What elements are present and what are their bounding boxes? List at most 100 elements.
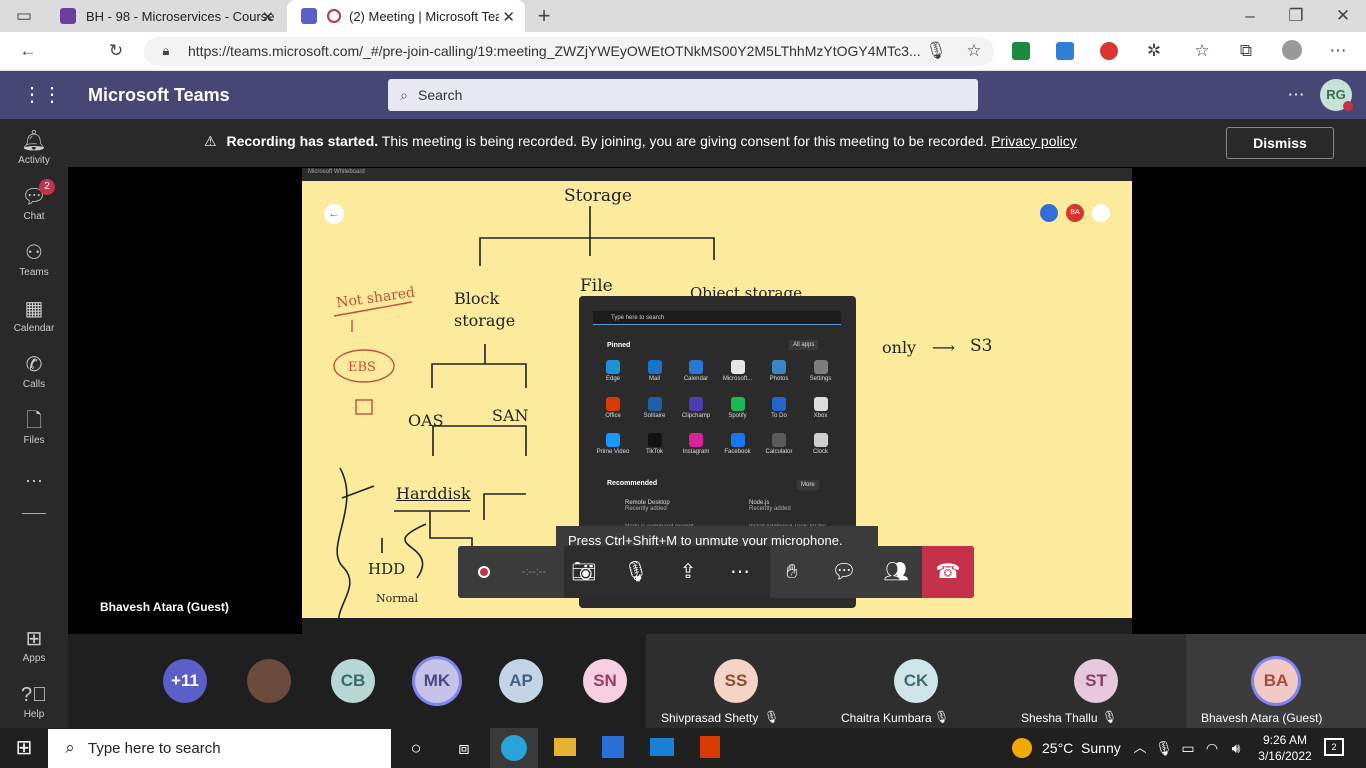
- start-app-tile[interactable]: Spotify: [718, 396, 758, 419]
- raise-hand-icon[interactable]: ✋︎: [766, 546, 818, 598]
- task-view-icon[interactable]: ⧈: [452, 736, 476, 760]
- dismiss-button[interactable]: Dismiss: [1226, 127, 1334, 159]
- rail-item-calls[interactable]: ✆ Calls: [0, 353, 68, 390]
- favorites-icon[interactable]: ☆: [1190, 39, 1214, 63]
- profile-icon[interactable]: [1282, 40, 1302, 60]
- extension-green-icon[interactable]: [1012, 42, 1030, 60]
- recommended-item[interactable]: Node.js Recently added: [731, 500, 841, 512]
- more-actions-icon[interactable]: ⋯: [714, 546, 766, 598]
- hang-up-button[interactable]: ☎︎: [922, 546, 974, 598]
- rail-item-chat[interactable]: 💬︎ Chat 2: [0, 179, 68, 222]
- taskbar-edge-app[interactable]: [490, 728, 538, 768]
- start-app-tile[interactable]: Edge: [593, 360, 633, 382]
- app-icon: [689, 360, 703, 374]
- tray-mic-icon[interactable]: 🎙︎: [1152, 736, 1176, 760]
- participant-avatar[interactable]: MK: [415, 659, 459, 703]
- start-app-tile[interactable]: Clock: [801, 433, 841, 455]
- refresh-icon[interactable]: ↻: [104, 39, 128, 63]
- start-app-tile[interactable]: Solitaire: [635, 396, 675, 419]
- participant-avatar[interactable]: +11: [163, 659, 207, 703]
- participant-avatar[interactable]: AP: [499, 659, 543, 703]
- extensions-puzzle-icon[interactable]: ✲: [1142, 39, 1166, 63]
- rail-item-activity[interactable]: 🔔︎ Activity: [0, 129, 68, 166]
- share-screen-icon[interactable]: ⇪: [662, 546, 714, 598]
- start-search-input[interactable]: Type here to search: [593, 311, 841, 325]
- rail-item-help[interactable]: ?⃝ Help: [0, 683, 68, 720]
- start-app-tile[interactable]: TikTok: [635, 433, 675, 455]
- privacy-policy-link[interactable]: Privacy policy: [991, 133, 1077, 149]
- start-app-tile[interactable]: Instagram: [676, 433, 716, 455]
- office-icon[interactable]: [700, 736, 720, 758]
- mail-icon[interactable]: [650, 738, 674, 756]
- tray-chevron-icon[interactable]: ︿: [1128, 736, 1152, 760]
- wifi-icon[interactable]: ◠: [1200, 736, 1224, 760]
- app-label: Facebook: [724, 449, 751, 455]
- minimize-icon[interactable]: –: [1238, 4, 1262, 28]
- more-button[interactable]: More: [797, 480, 819, 490]
- new-tab-icon[interactable]: +: [532, 4, 556, 28]
- record-icon[interactable]: [458, 546, 510, 598]
- start-app-tile[interactable]: Settings: [801, 360, 841, 382]
- battery-icon[interactable]: ▭: [1176, 736, 1200, 760]
- search-input[interactable]: ⌕ Search: [388, 79, 978, 111]
- participant-avatar[interactable]: CB: [331, 659, 375, 703]
- chat-badge: 2: [39, 179, 55, 195]
- start-app-tile[interactable]: Office: [593, 396, 633, 419]
- extension-blue-icon[interactable]: [1056, 42, 1074, 60]
- rail-item-teams[interactable]: ⚇ Teams: [0, 241, 68, 278]
- start-app-tile[interactable]: Facebook: [718, 433, 758, 455]
- whiteboard-back-icon[interactable]: ←: [324, 204, 344, 224]
- more-apps-icon[interactable]: ⋯: [0, 471, 68, 492]
- start-app-tile[interactable]: Clipchamp: [676, 396, 716, 419]
- app-title: Microsoft Teams: [88, 85, 230, 105]
- whiteboard-menu-icon[interactable]: [1092, 204, 1110, 222]
- participants-icon[interactable]: 👥︎: [870, 546, 922, 598]
- start-app-tile[interactable]: Microsoft...: [718, 360, 758, 382]
- tab-actions-icon[interactable]: ▭: [12, 4, 36, 28]
- camera-off-icon[interactable]: 📷︎: [558, 546, 610, 598]
- app-label: Clock: [812, 449, 828, 455]
- cortana-icon[interactable]: ○: [404, 736, 428, 760]
- browser-menu-icon[interactable]: ⋯: [1326, 39, 1350, 63]
- browser-tab-course[interactable]: BH - 98 - Microservices - Course ✕: [46, 0, 284, 32]
- taskbar-search-input[interactable]: ⌕ Type here to search: [48, 729, 391, 768]
- recommended-item[interactable]: Remote Desktop Recently added: [607, 500, 717, 512]
- meeting-chat-icon[interactable]: 💬︎: [818, 546, 870, 598]
- start-app-tile[interactable]: Calendar: [676, 360, 716, 382]
- app-launcher-icon[interactable]: ⋮⋮: [22, 83, 62, 107]
- start-app-tile[interactable]: Photos: [759, 360, 799, 382]
- browser-tab-teams[interactable]: (2) Meeting | Microsoft Teams ✕: [287, 0, 525, 32]
- notifications-icon[interactable]: 2: [1324, 738, 1344, 756]
- settings-more-icon[interactable]: ⋯: [1284, 83, 1308, 107]
- file-explorer-icon[interactable]: [554, 738, 576, 756]
- start-app-tile[interactable]: Mail: [635, 360, 675, 382]
- participant-avatar[interactable]: SN: [583, 659, 627, 703]
- start-app-tile[interactable]: Calculator: [759, 433, 799, 455]
- start-app-tile[interactable]: Prime Video: [593, 433, 633, 455]
- weather-text[interactable]: 25°C Sunny: [1042, 740, 1121, 756]
- rail-item-files[interactable]: 🗋 Files: [0, 409, 68, 446]
- collections-icon[interactable]: ⧉: [1234, 39, 1258, 63]
- participant-avatar[interactable]: [247, 659, 291, 703]
- start-app-tile[interactable]: Xbox: [801, 396, 841, 419]
- microphone-icon[interactable]: 🎙︎: [924, 39, 948, 63]
- extension-red-icon[interactable]: [1100, 42, 1118, 60]
- clock[interactable]: 9:26 AM 3/16/2022: [1250, 732, 1320, 764]
- sketch-label: Harddisk: [396, 484, 471, 503]
- store-icon[interactable]: [602, 736, 624, 758]
- restore-icon[interactable]: ❐: [1284, 4, 1308, 28]
- all-apps-button[interactable]: All apps: [789, 340, 819, 350]
- url-field[interactable]: 🔒︎ https://teams.microsoft.com/_#/pre-jo…: [144, 37, 994, 66]
- mic-off-icon[interactable]: 🎙︎: [610, 546, 662, 598]
- start-app-tile[interactable]: To Do: [759, 396, 799, 419]
- close-tab-icon[interactable]: ✕: [261, 8, 274, 26]
- volume-icon[interactable]: 🔊︎: [1224, 736, 1248, 760]
- collaborator-avatar: [1040, 204, 1058, 222]
- rail-item-apps[interactable]: ⊞ Apps: [0, 627, 68, 664]
- back-icon[interactable]: ←: [16, 39, 40, 63]
- rail-item-calendar[interactable]: ▦ Calendar: [0, 297, 68, 334]
- close-tab-icon[interactable]: ✕: [502, 8, 515, 26]
- close-window-icon[interactable]: ✕: [1331, 4, 1355, 28]
- favorite-star-icon[interactable]: ☆: [962, 39, 986, 63]
- windows-start-icon[interactable]: ⊞: [12, 736, 36, 760]
